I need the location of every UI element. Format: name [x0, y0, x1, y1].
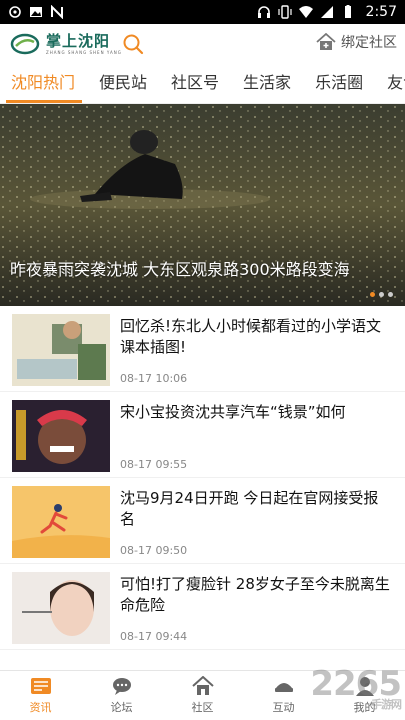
list-item[interactable]: 回忆杀!东北人小时候都看过的小学语文课本插图! 08-17 10:06 — [0, 306, 405, 392]
news-time: 08-17 09:44 — [120, 630, 188, 643]
channel-tabs: 沈阳热门 便民站 社区号 生活家 乐活圈 友邻 — [0, 64, 405, 104]
tab-convenience[interactable]: 便民站 — [88, 69, 160, 103]
headphones-icon — [257, 6, 270, 18]
wifi-icon — [298, 6, 313, 18]
battery-icon — [344, 5, 351, 18]
tab-hot[interactable]: 沈阳热门 — [0, 69, 88, 103]
tab-community-account[interactable]: 社区号 — [160, 69, 232, 103]
news-thumbnail — [12, 486, 110, 558]
list-item[interactable]: 可怕!打了瘦脸针 28岁女子至今未脱离生命危险 08-17 09:44 — [0, 564, 405, 650]
news-title: 沈马9月24日开跑 今日起在官网接受报名 — [120, 489, 379, 528]
news-time: 08-17 09:55 — [120, 458, 188, 471]
bind-community-button[interactable]: 绑定社区 — [316, 32, 397, 52]
hero-banner[interactable]: 昨夜暴雨突袭沈城 大东区观泉路300米路段变海 — [0, 104, 405, 306]
news-title: 宋小宝投资沈共享汽车“钱景”如何 — [120, 403, 346, 421]
news-thumbnail — [12, 314, 110, 386]
status-time: 2:57 — [365, 4, 397, 20]
sync-icon — [9, 6, 21, 18]
nav-news-label: 资讯 — [29, 701, 52, 714]
carousel-dots — [370, 292, 393, 297]
vibrate-icon — [277, 5, 292, 19]
news-icon — [30, 678, 51, 694]
n-icon — [51, 5, 63, 19]
news-time: 08-17 10:06 — [120, 372, 188, 385]
news-time: 08-17 09:50 — [120, 544, 188, 557]
list-item[interactable]: 沈马9月24日开跑 今日起在官网接受报名 08-17 09:50 — [0, 478, 405, 564]
logo-subtitle: ZHANG SHANG SHEN YANG — [46, 49, 122, 55]
nav-forum[interactable]: 论坛 — [81, 671, 162, 720]
bind-community-label: 绑定社区 — [341, 35, 397, 51]
logo-title: 掌上沈阳 — [46, 31, 111, 50]
news-thumbnail — [12, 400, 110, 472]
home-icon — [191, 676, 214, 695]
app-logo: 掌上沈阳 ZHANG SHANG SHEN YANG — [10, 33, 122, 55]
tab-leisure[interactable]: 乐活圈 — [304, 69, 376, 103]
app-header: 掌上沈阳 ZHANG SHANG SHEN YANG 绑定社区 — [0, 24, 405, 64]
tab-life[interactable]: 生活家 — [232, 69, 304, 103]
status-bar: 2:57 — [0, 0, 405, 24]
signal-icon — [320, 6, 333, 18]
news-thumbnail — [12, 572, 110, 644]
bottom-nav: 资讯 论坛 社区 互动 我的 2265 手游网 — [0, 664, 405, 720]
carousel-dot[interactable] — [379, 292, 384, 297]
image-icon — [30, 7, 42, 17]
news-title: 可怕!打了瘦脸针 28岁女子至今未脱离生命危险 — [120, 575, 390, 614]
watermark: 2265 手游网 — [310, 664, 402, 712]
nav-news[interactable]: 资讯 — [0, 671, 81, 720]
tab-neighbors[interactable]: 友邻 — [376, 69, 405, 103]
home-plus-icon — [316, 33, 336, 50]
nav-community-label: 社区 — [191, 701, 214, 714]
list-item[interactable]: 宋小宝投资沈共享汽车“钱景”如何 08-17 09:55 — [0, 392, 405, 478]
chat-icon — [112, 678, 131, 695]
news-list: 回忆杀!东北人小时候都看过的小学语文课本插图! 08-17 10:06 宋小宝投… — [0, 306, 405, 670]
carousel-dot[interactable] — [388, 292, 393, 297]
news-title: 回忆杀!东北人小时候都看过的小学语文课本插图! — [120, 317, 382, 356]
interact-icon — [274, 683, 293, 692]
logo-mark-icon — [10, 33, 40, 55]
hero-caption: 昨夜暴雨突袭沈城 大东区观泉路300米路段变海 — [10, 260, 350, 279]
nav-community[interactable]: 社区 — [162, 671, 243, 720]
nav-forum-label: 论坛 — [110, 701, 133, 714]
carousel-dot[interactable] — [370, 292, 375, 297]
nav-interact-label: 互动 — [272, 701, 295, 714]
search-icon[interactable] — [122, 33, 144, 55]
